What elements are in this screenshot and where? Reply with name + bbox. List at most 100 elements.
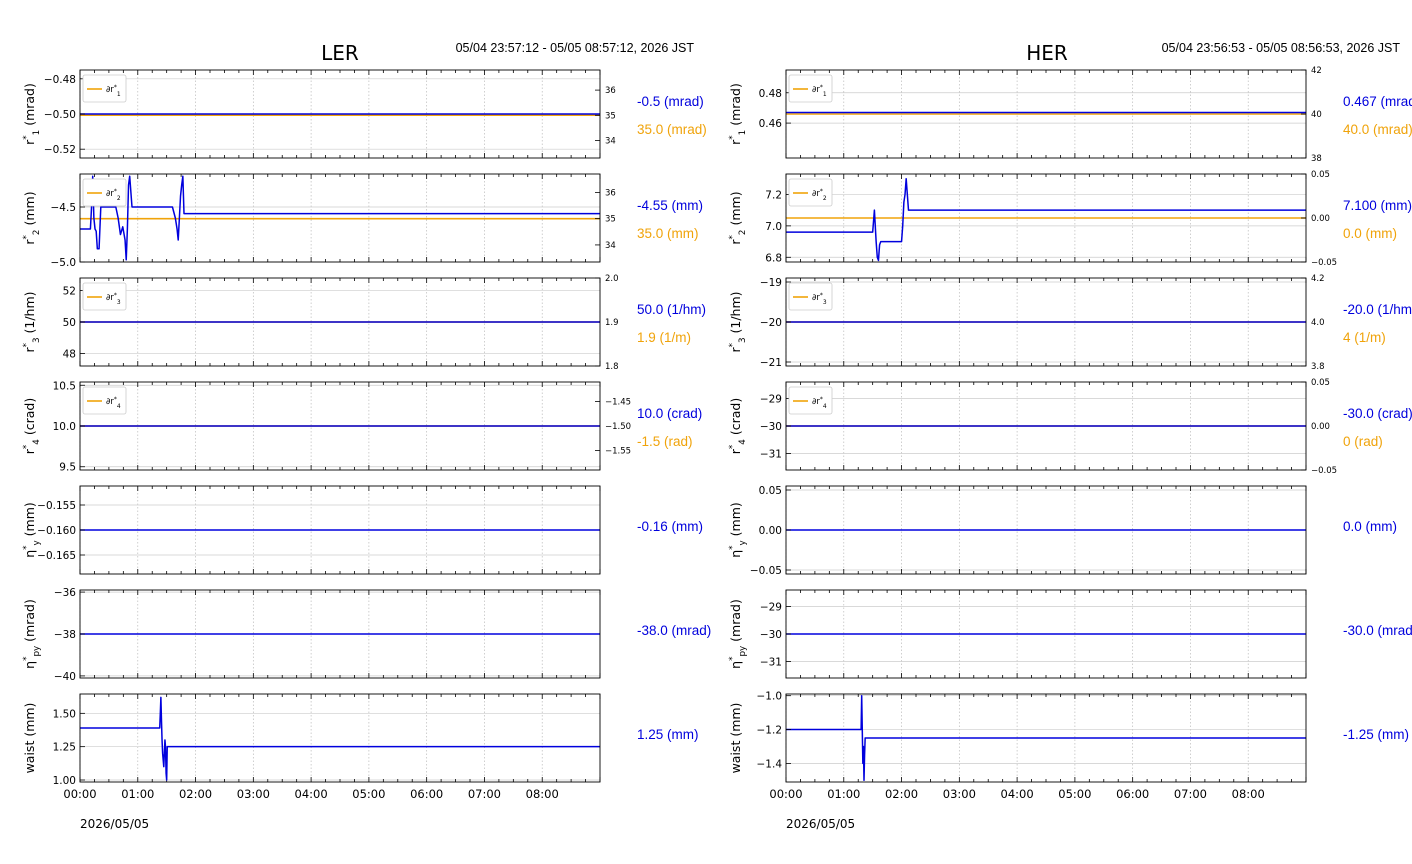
y-tick-label: 9.5 [59, 462, 76, 474]
y-tick-label: −30 [760, 421, 782, 433]
panel-ler-6: −40 −38 −36 η*py (mrad) -38.0 (mrad) [22, 587, 711, 683]
x-tick-label: 03:00 [237, 787, 270, 801]
current-value: -30.0 (crad) [1343, 406, 1412, 421]
y-tick-label: −20 [760, 317, 782, 329]
y-tick-label: 0.05 [759, 485, 782, 497]
panel-ler-2: 343536−5.0−4.5r*2 (mm) ∂r*2 -4.55 (mm)35.0… [22, 173, 703, 269]
panel-her-6: −31 −30 −29 η*py (mrad) -30.0 (mrad) [728, 589, 1412, 679]
panel-ler-7: 1.00 1.25 1.50 waist (mm) 1.25 (mm) 00:00 01:0… [22, 693, 699, 801]
y-tick-label: −1.4 [757, 758, 783, 770]
y-tick-label: −0.05 [750, 565, 782, 577]
x-tick-label: 02:00 [885, 787, 918, 801]
y-axis-label: η*py (mrad) [22, 599, 42, 669]
y-tick-label: −0.160 [37, 525, 76, 537]
y-tick-label: −0.52 [44, 144, 76, 156]
y-tick-label: −0.50 [44, 109, 76, 121]
right-y-tick-label: 35 [605, 111, 616, 121]
y-tick-label: 10.5 [53, 380, 76, 392]
y-tick-label: −38 [54, 629, 76, 641]
y-tick-label: 0.00 [759, 525, 782, 537]
current-value: 7.100 (mm) [1343, 198, 1412, 213]
ler-date-label: 2026/05/05 [80, 817, 149, 831]
current-value: -4.55 (mm) [637, 198, 703, 213]
panel-her-3: 3.84.04.2−21−20−19r*3 (1/hm) ∂r*3 -20.0 (1… [728, 274, 1412, 372]
ler-title: LER [321, 41, 359, 65]
y-tick-label: 52 [63, 286, 76, 298]
current-value: -0.16 (mm) [637, 519, 703, 534]
panel-her-5: −0.05 0.00 0.05 η*y (mm) 0.0 (mm) [728, 485, 1397, 577]
y-axis-label: r*4 (crad) [22, 398, 42, 454]
x-tick-label: 01:00 [827, 787, 860, 801]
y-tick-label: −31 [760, 657, 782, 669]
right-y-tick-label: 0.05 [1311, 170, 1330, 180]
y-tick-label: −31 [760, 449, 782, 461]
x-tick-label: 08:00 [1232, 787, 1265, 801]
y-tick-label: −0.155 [37, 500, 76, 512]
current-right-value: 0.0 (mm) [1343, 226, 1397, 241]
current-right-value: 35.0 (mm) [637, 226, 699, 241]
y-tick-label: −5.0 [51, 257, 77, 269]
current-value: 10.0 (crad) [637, 406, 702, 421]
her-time-range: 05/04 23:56:53 - 05/05 08:56:53, 2026 JS… [1162, 41, 1401, 55]
y-tick-label: 10.0 [53, 421, 76, 433]
right-y-tick-label: 0.05 [1311, 378, 1330, 388]
y-tick-label: 7.0 [765, 221, 782, 233]
panel-her-1: 3840420.460.48r*1 (mrad)∂r*10.467 (mrad)… [728, 66, 1412, 164]
y-tick-label: −29 [760, 394, 782, 406]
panel-ler-4: −1.55−1.50−1.459.510.010.5r*4 (crad) ∂r*4… [22, 380, 702, 473]
current-value: 0.467 (mrad) [1343, 94, 1412, 109]
right-y-tick-label: 4.2 [1311, 274, 1325, 284]
y-tick-label: 6.8 [765, 252, 782, 264]
x-tick-label: 02:00 [179, 787, 212, 801]
y-axis-label: r*2 (mm) [22, 191, 42, 244]
y-axis-label: r*1 (mrad) [22, 83, 42, 145]
y-axis-label: r*3 (1/hm) [22, 291, 42, 352]
right-y-tick-label: 0.00 [1311, 422, 1330, 432]
y-tick-label: −21 [760, 357, 782, 369]
x-tick-label: 05:00 [352, 787, 385, 801]
current-right-value: 4 (1/m) [1343, 330, 1386, 345]
y-axis-label: waist (mm) [728, 703, 743, 774]
right-y-tick-label: 36 [605, 86, 616, 96]
current-right-value: 0 (rad) [1343, 434, 1383, 449]
right-y-tick-label: 35 [605, 215, 616, 225]
y-tick-label: 1.25 [53, 742, 76, 754]
right-y-tick-label: −0.05 [1311, 258, 1337, 268]
y-tick-label: −1.0 [757, 691, 783, 703]
y-axis-label: η*y (mm) [728, 502, 748, 558]
x-tick-label: 07:00 [1174, 787, 1207, 801]
right-y-tick-label: 34 [605, 136, 616, 146]
current-right-value: 35.0 (mrad) [637, 122, 707, 137]
panel-her-2: −0.050.000.056.87.07.2r*2 (mm) ∂r*2 7.100 … [728, 170, 1412, 268]
y-axis-label: waist (mm) [22, 703, 37, 774]
panel-ler-1: 343536−0.52−0.50−0.48r*1 (mrad) ∂r*1 -0.5 … [22, 69, 707, 159]
right-y-tick-label: 42 [1311, 66, 1322, 76]
y-tick-label: −0.48 [44, 74, 76, 86]
panel-her-4: −0.050.000.05−31−30−29r*4 (crad) ∂r*4 -30.… [728, 378, 1412, 476]
y-tick-label: −40 [54, 671, 76, 683]
current-value: -38.0 (mrad) [637, 623, 711, 638]
her-title: HER [1026, 41, 1068, 65]
current-right-value: -1.5 (rad) [637, 434, 693, 449]
y-tick-label: −36 [54, 587, 76, 599]
plot-frame [79, 693, 601, 783]
y-tick-label: −19 [760, 277, 782, 289]
right-y-tick-label: 1.9 [605, 318, 619, 328]
right-y-tick-label: 40 [1311, 110, 1322, 120]
series-line [786, 694, 1306, 782]
right-y-tick-label: −1.50 [605, 422, 631, 432]
y-tick-label: 1.00 [53, 775, 76, 787]
y-tick-label: −29 [760, 602, 782, 614]
current-value: -1.25 (mm) [1343, 727, 1409, 742]
current-value: -30.0 (mrad) [1343, 623, 1412, 638]
x-tick-label: 05:00 [1058, 787, 1091, 801]
panel-ler-3: 1.81.92.0485052r*3 (1/hm) ∂r*3 50.0 (1/hm)… [22, 274, 706, 372]
figure: LER 05/04 23:57:12 - 05/05 08:57:12, 202… [22, 41, 1412, 831]
right-y-tick-label: 2.0 [605, 274, 619, 284]
x-tick-label: 06:00 [410, 787, 443, 801]
y-tick-label: −1.2 [757, 725, 783, 737]
y-axis-label: r*1 (mrad) [728, 83, 748, 145]
current-right-value: 1.9 (1/m) [637, 330, 691, 345]
panel-her-7: −1.4 −1.2 −1.0 waist (mm) -1.25 (mm) 00:00 01:… [728, 691, 1409, 801]
right-y-tick-label: −1.45 [605, 398, 631, 408]
